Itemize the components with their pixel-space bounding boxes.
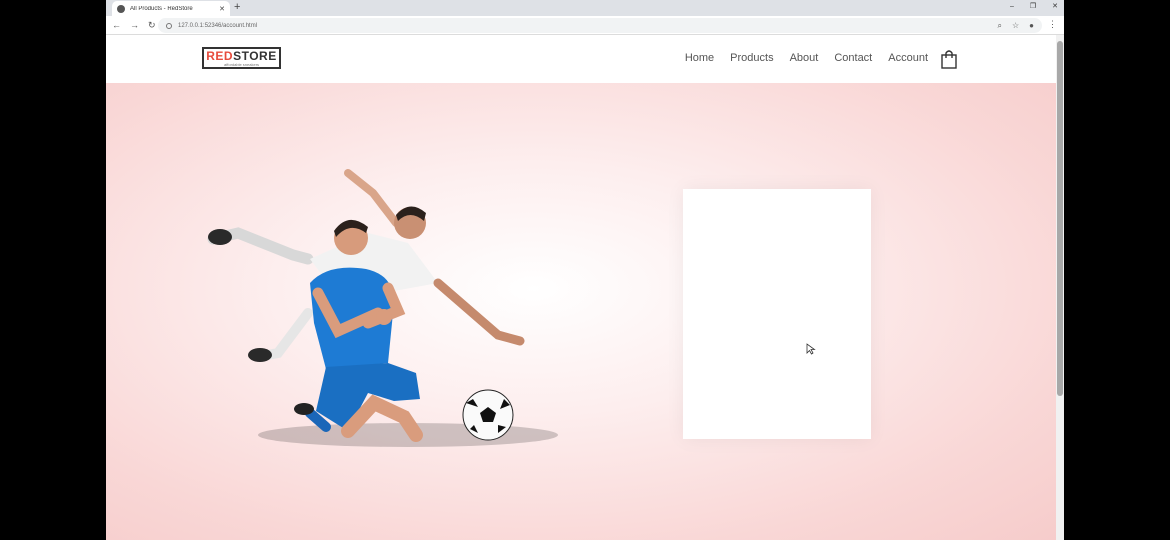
- site-header: REDSTORE affordable sneakers Home Produc…: [106, 35, 1056, 83]
- logo-wordmark: REDSTORE: [206, 50, 276, 62]
- reload-icon[interactable]: ↻: [148, 19, 156, 31]
- browser-toolbar: ← → ↻ 127.0.0.1:52346/account.html ⌕ ☆ ●…: [106, 16, 1064, 35]
- omnibox-icons: ⌕ ☆ ●: [998, 21, 1035, 31]
- soccer-ball: [462, 389, 514, 441]
- mouse-pointer-icon: [806, 343, 816, 355]
- nav-contact-link[interactable]: Contact: [834, 51, 872, 65]
- nav-products-link[interactable]: Products: [730, 51, 773, 65]
- back-icon[interactable]: ←: [112, 19, 121, 31]
- new-tab-button[interactable]: +: [234, 2, 240, 13]
- bookmark-star-icon[interactable]: ☆: [1012, 21, 1019, 31]
- scrollbar-thumb[interactable]: [1057, 41, 1063, 396]
- address-bar[interactable]: 127.0.0.1:52346/account.html ⌕ ☆ ●: [158, 18, 1042, 33]
- logo-tagline: affordable sneakers: [223, 61, 260, 67]
- redstore-logo[interactable]: REDSTORE affordable sneakers: [202, 47, 281, 69]
- shopping-bag-icon[interactable]: [940, 49, 958, 69]
- close-tab-icon[interactable]: ✕: [219, 5, 225, 13]
- logo-store-text: STORE: [233, 48, 277, 63]
- browser-menu-icon[interactable]: ⋮: [1048, 19, 1057, 30]
- football-players-image: [207, 169, 558, 447]
- nav-home-link[interactable]: Home: [685, 51, 714, 65]
- site-info-icon[interactable]: [166, 22, 172, 29]
- restore-icon[interactable]: ❐: [1030, 2, 1036, 12]
- zoom-icon[interactable]: ⌕: [998, 21, 1002, 31]
- forward-icon[interactable]: →: [130, 19, 139, 31]
- browser-window: All Products - RedStore ✕ + – ❐ ✕ ← → ↻ …: [106, 0, 1064, 540]
- logo-red-text: RED: [206, 48, 234, 63]
- window-controls: – ❐ ✕: [1010, 2, 1058, 12]
- main-nav: Home Products About Contact Account: [685, 51, 928, 65]
- close-window-icon[interactable]: ✕: [1052, 2, 1058, 12]
- nav-about-link[interactable]: About: [790, 51, 819, 65]
- page-scrollbar[interactable]: [1056, 35, 1064, 540]
- browser-tab[interactable]: All Products - RedStore ✕: [112, 1, 230, 16]
- hero-section: [106, 83, 1056, 540]
- web-page: REDSTORE affordable sneakers Home Produc…: [106, 35, 1056, 540]
- navigation-buttons: ← → ↻: [112, 19, 156, 31]
- globe-icon: [117, 4, 125, 13]
- tab-title: All Products - RedStore: [130, 5, 193, 12]
- nav-account-link[interactable]: Account: [888, 51, 928, 65]
- minimize-icon[interactable]: –: [1010, 2, 1014, 12]
- profile-icon[interactable]: ●: [1029, 21, 1034, 31]
- account-form-container: [683, 189, 871, 439]
- tab-strip: All Products - RedStore ✕ + – ❐ ✕: [106, 0, 1064, 16]
- url-text[interactable]: 127.0.0.1:52346/account.html: [178, 23, 998, 29]
